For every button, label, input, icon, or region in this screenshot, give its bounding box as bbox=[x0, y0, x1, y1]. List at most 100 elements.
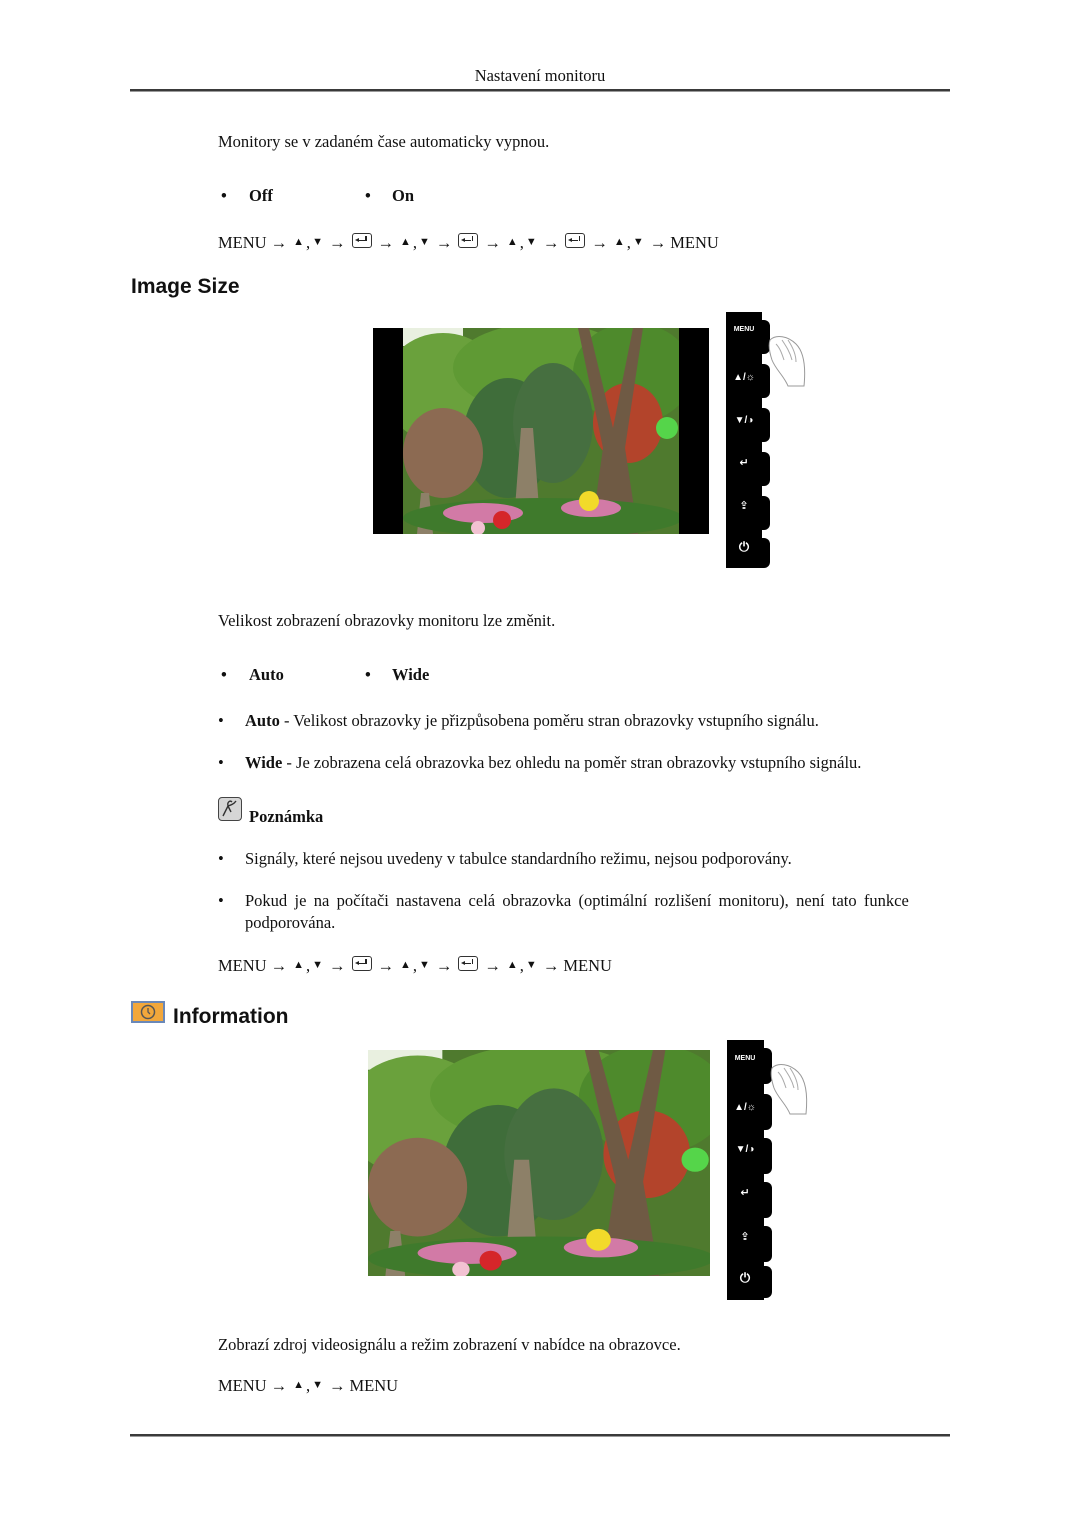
button-panel-body bbox=[727, 1040, 764, 1300]
information-description: Zobrazí zdroj videosignálu a režim zobra… bbox=[218, 1335, 681, 1354]
enter-key-icon bbox=[351, 232, 372, 248]
up-arrow-icon: ▲ bbox=[400, 236, 411, 248]
button-tab-down[interactable] bbox=[762, 1138, 772, 1174]
menu-path: MENU → ▲, ▼ → → ▲, ▼ → → ▲, ▼ → MENU bbox=[218, 955, 612, 976]
down-arrow-icon: ▼ bbox=[312, 1379, 323, 1391]
definition-auto: • Auto - Velikost obrazovky je přizpůsobe… bbox=[218, 711, 819, 730]
menu-icon: MENU bbox=[734, 1055, 756, 1062]
header-divider bbox=[130, 89, 950, 92]
menu-key-label: MENU bbox=[349, 1376, 399, 1395]
separator: , bbox=[305, 233, 311, 252]
bullet: • bbox=[221, 186, 227, 205]
page-header-title: Nastavení monitoru bbox=[474, 66, 606, 85]
down-contrast-icon: ▼/◑ bbox=[734, 415, 754, 426]
separator: , bbox=[519, 956, 524, 975]
down-arrow-icon: ▼ bbox=[419, 236, 430, 248]
source-icon: ⇪ bbox=[739, 500, 749, 512]
up-arrow-icon: ▲ bbox=[293, 1379, 304, 1391]
enter-icon: ↵ bbox=[739, 457, 749, 469]
definition-text: - Je zobrazena celá obrazovka bez ohledu… bbox=[282, 753, 862, 772]
right-arrow-icon: → bbox=[591, 233, 608, 252]
separator: , bbox=[519, 233, 524, 252]
hand-pointer-icon bbox=[770, 1064, 808, 1115]
enter-key-icon bbox=[458, 232, 479, 248]
source-icon: ⇪ bbox=[740, 1231, 750, 1243]
down-arrow-icon: ▼ bbox=[525, 959, 537, 971]
note-item-continuation: podporována. bbox=[245, 913, 336, 932]
note-title: Poznámka bbox=[249, 807, 324, 826]
button-panel-body bbox=[726, 312, 762, 568]
section-title-image-size: Image Size bbox=[131, 275, 240, 298]
separator: , bbox=[412, 233, 418, 252]
down-arrow-icon: ▼ bbox=[419, 959, 430, 971]
enter-key-icon bbox=[565, 232, 586, 248]
up-brightness-icon: ▲/☼ bbox=[734, 1102, 756, 1113]
menu-path: MENU → ▲, ▼ → MENU bbox=[218, 1376, 398, 1396]
enter-key-icon bbox=[351, 955, 372, 971]
right-arrow-icon: → bbox=[542, 233, 560, 252]
definition-term: Wide bbox=[245, 753, 283, 772]
menu-key-label: MENU bbox=[670, 233, 719, 252]
up-arrow-icon: ▲ bbox=[506, 959, 518, 971]
right-arrow-icon: → bbox=[270, 956, 288, 975]
information-screen bbox=[368, 1050, 710, 1276]
right-arrow-icon: → bbox=[270, 233, 288, 252]
definition-text: - Velikost obrazovky je přizpůsobena pom… bbox=[279, 711, 819, 730]
auto-off-options: • Off • On bbox=[218, 186, 518, 206]
section-title-information: Information bbox=[173, 1005, 289, 1028]
right-arrow-icon: → bbox=[435, 956, 453, 975]
clock-icon bbox=[131, 1001, 165, 1023]
separator: , bbox=[412, 956, 418, 975]
bullet: • bbox=[365, 665, 371, 684]
up-arrow-icon: ▲ bbox=[400, 959, 411, 971]
menu-path: MENU → ▲, ▼ → → ▲, ▼ → → ▲, ▼ → → ▲, ▼ → MENU bbox=[218, 232, 719, 253]
right-arrow-icon: → bbox=[329, 233, 346, 252]
definition-wide: • Wide - Je zobrazena celá obrazovka bez … bbox=[218, 753, 862, 772]
power-icon: ⏻ bbox=[738, 539, 750, 554]
down-arrow-icon: ▼ bbox=[525, 236, 537, 248]
garden-photo-illustration bbox=[368, 1050, 710, 1276]
menu-key-label: MENU bbox=[218, 1376, 267, 1395]
image-size-options: • Auto • Wide bbox=[218, 665, 518, 685]
menu-key-label: MENU bbox=[563, 956, 612, 975]
button-tab-power[interactable] bbox=[762, 1266, 772, 1298]
hand-pointer-icon bbox=[768, 336, 806, 387]
bullet: • bbox=[221, 665, 227, 684]
up-arrow-icon: ▲ bbox=[613, 236, 625, 248]
garden-photo bbox=[403, 328, 679, 534]
right-arrow-icon: → bbox=[542, 956, 560, 975]
separator: , bbox=[305, 956, 311, 975]
definition-term: Auto bbox=[245, 711, 280, 730]
right-arrow-icon: → bbox=[270, 1376, 288, 1395]
auto-off-description: Monitory se v zadaném čase automaticky v… bbox=[218, 132, 550, 151]
power-icon: ⏻ bbox=[739, 1270, 751, 1285]
enter-icon: ↵ bbox=[740, 1187, 750, 1199]
right-arrow-icon: → bbox=[329, 1376, 346, 1395]
up-arrow-icon: ▲ bbox=[293, 236, 304, 248]
note-item: • Pokud je na počítači nastavena celá obr… bbox=[218, 891, 909, 910]
note-icon bbox=[218, 797, 242, 821]
button-tab-enter[interactable] bbox=[762, 1182, 772, 1218]
menu-key-label: MENU bbox=[218, 956, 267, 975]
garden-photo-illustration bbox=[403, 328, 679, 534]
down-arrow-icon: ▼ bbox=[632, 236, 644, 248]
right-arrow-icon: → bbox=[484, 233, 501, 252]
right-arrow-icon: → bbox=[329, 956, 346, 975]
bullet: • bbox=[365, 186, 371, 205]
option-on: On bbox=[392, 186, 415, 205]
enter-key-icon bbox=[458, 955, 479, 971]
up-arrow-icon: ▲ bbox=[506, 236, 518, 248]
down-arrow-icon: ▼ bbox=[312, 959, 323, 971]
option-off: Off bbox=[249, 186, 273, 205]
up-arrow-icon: ▲ bbox=[293, 959, 304, 971]
menu-icon: MENU bbox=[733, 326, 755, 333]
separator: , bbox=[626, 233, 631, 252]
option-auto: Auto bbox=[249, 665, 284, 684]
up-brightness-icon: ▲/☼ bbox=[733, 372, 755, 383]
separator: , bbox=[305, 1376, 311, 1395]
right-arrow-icon: → bbox=[377, 233, 395, 252]
right-arrow-icon: → bbox=[484, 956, 501, 975]
image-size-screen bbox=[373, 328, 709, 534]
menu-key-label: MENU bbox=[218, 233, 267, 252]
button-tab-source[interactable] bbox=[762, 1226, 772, 1262]
